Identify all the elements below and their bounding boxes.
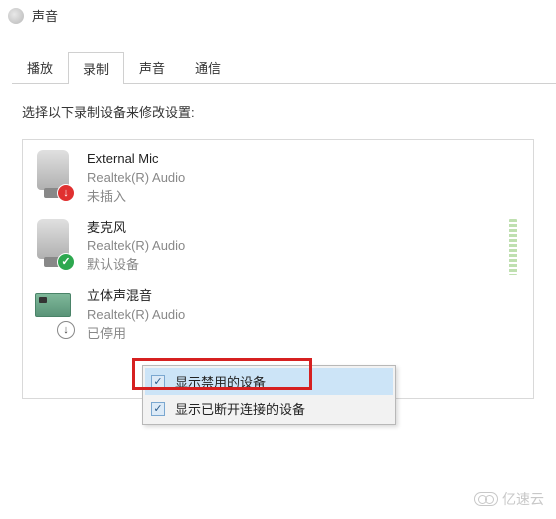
device-item[interactable]: ✓ 麦克风 Realtek(R) Audio 默认设备 — [25, 213, 531, 282]
titlebar: 声音 — [0, 0, 556, 31]
tab-recording[interactable]: 录制 — [68, 52, 124, 84]
status-badge-error-icon: ↓ — [57, 184, 75, 202]
device-icon: ✓ — [33, 219, 73, 269]
device-info: External Mic Realtek(R) Audio 未插入 — [87, 150, 523, 207]
device-driver: Realtek(R) Audio — [87, 169, 523, 188]
level-meter — [509, 219, 517, 275]
tab-sounds[interactable]: 声音 — [124, 51, 180, 83]
menu-item-show-disconnected[interactable]: ✓ 显示已断开连接的设备 — [145, 395, 393, 422]
instruction-text: 选择以下录制设备来修改设置: — [22, 102, 534, 121]
device-driver: Realtek(R) Audio — [87, 237, 495, 256]
status-badge-ok-icon: ✓ — [57, 253, 75, 271]
tabs: 播放 录制 声音 通信 — [12, 51, 556, 84]
context-menu: ✓ 显示禁用的设备 ✓ 显示已断开连接的设备 — [142, 365, 396, 425]
device-name: 立体声混音 — [87, 287, 523, 306]
device-info: 立体声混音 Realtek(R) Audio 已停用 — [87, 287, 523, 344]
device-item[interactable]: ↓ 立体声混音 Realtek(R) Audio 已停用 — [25, 281, 531, 350]
watermark: 亿速云 — [474, 489, 544, 509]
menu-item-show-disabled[interactable]: ✓ 显示禁用的设备 — [145, 368, 393, 395]
device-name: External Mic — [87, 150, 523, 169]
device-item[interactable]: ↓ External Mic Realtek(R) Audio 未插入 — [25, 144, 531, 213]
menu-label: 显示禁用的设备 — [175, 372, 266, 391]
device-icon: ↓ — [33, 150, 73, 200]
menu-label: 显示已断开连接的设备 — [175, 399, 305, 418]
device-info: 麦克风 Realtek(R) Audio 默认设备 — [87, 219, 495, 276]
device-name: 麦克风 — [87, 219, 495, 238]
device-status: 未插入 — [87, 188, 523, 207]
tab-playback[interactable]: 播放 — [12, 51, 68, 83]
sound-icon — [8, 8, 24, 24]
window-title: 声音 — [32, 6, 58, 25]
checkbox-icon: ✓ — [151, 402, 165, 416]
device-list[interactable]: ↓ External Mic Realtek(R) Audio 未插入 ✓ 麦克… — [22, 139, 534, 399]
device-status: 已停用 — [87, 325, 523, 344]
status-badge-disabled-icon: ↓ — [57, 321, 75, 339]
checkbox-icon: ✓ — [151, 375, 165, 389]
device-driver: Realtek(R) Audio — [87, 306, 523, 325]
watermark-text: 亿速云 — [502, 489, 544, 509]
device-status: 默认设备 — [87, 256, 495, 275]
device-icon: ↓ — [33, 287, 73, 337]
sound-card-icon — [35, 293, 71, 317]
tab-communications[interactable]: 通信 — [180, 51, 236, 83]
watermark-logo-icon — [474, 492, 498, 506]
